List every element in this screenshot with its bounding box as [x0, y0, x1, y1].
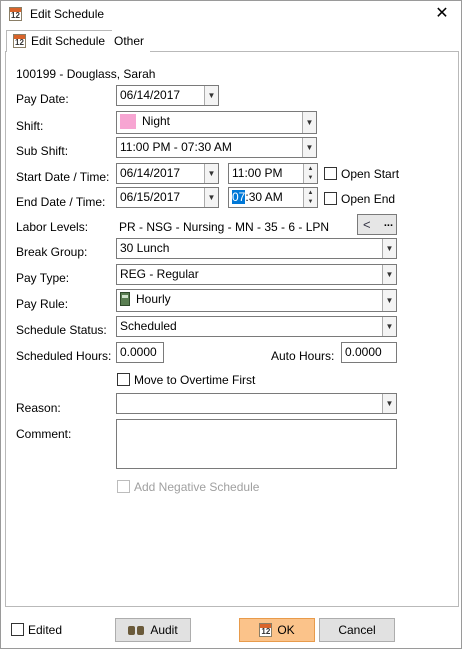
chevron-down-icon[interactable]: ▼ [204, 188, 218, 207]
open-end-checkbox[interactable] [324, 192, 337, 205]
title-bar: 12 Edit Schedule ✕ [1, 1, 461, 29]
edit-schedule-panel: 100199 - Douglass, Sarah Pay Date: 06/14… [5, 52, 459, 607]
spin-down-icon[interactable]: ▼ [303, 173, 317, 183]
pay-date-picker[interactable]: 06/14/2017 ▼ [116, 85, 219, 106]
edited-checkbox[interactable] [11, 623, 24, 636]
tab-strip: 12 Edit Schedule Other [5, 30, 459, 53]
labor-levels-value: PR - NSG - Nursing - MN - 35 - 6 - LPN [119, 220, 330, 234]
auto-hours-input[interactable]: 0.0000 [341, 342, 397, 363]
calculator-icon [120, 292, 130, 306]
open-start-checkbox[interactable] [324, 167, 337, 180]
ok-label: OK [277, 623, 295, 637]
pay-type-select[interactable]: REG - Regular ▼ [116, 264, 397, 285]
chevron-down-icon[interactable]: ▼ [382, 265, 396, 284]
comment-textarea[interactable] [116, 419, 397, 469]
sub-shift-select[interactable]: 11:00 PM - 07:30 AM ▼ [116, 137, 317, 158]
cancel-button[interactable]: Cancel [319, 618, 395, 642]
pay-rule-label: Pay Rule: [16, 297, 69, 311]
tab-other[interactable]: Other [108, 31, 151, 53]
end-time-selected: 07 [232, 190, 246, 204]
labor-levels-label: Labor Levels: [16, 220, 89, 234]
tab-edit-schedule[interactable]: 12 Edit Schedule [6, 30, 113, 53]
pay-type-label: Pay Type: [16, 271, 70, 285]
shift-select[interactable]: Night ▼ [116, 111, 317, 134]
share-icon: < [363, 217, 371, 232]
chevron-down-icon[interactable]: ▼ [204, 164, 218, 183]
end-time-spinner[interactable]: 07:30 AM ▲ ▼ [228, 187, 318, 208]
start-label: Start Date / Time: [16, 170, 110, 184]
shift-value: Night [142, 114, 171, 128]
schedule-status-select[interactable]: Scheduled ▼ [116, 316, 397, 337]
calendar-icon: 12 [13, 34, 26, 48]
comment-label: Comment: [16, 427, 72, 441]
open-start-label: Open Start [341, 167, 400, 181]
end-label: End Date / Time: [16, 195, 106, 209]
move-to-overtime-checkbox[interactable] [117, 373, 130, 386]
add-negative-schedule-label: Add Negative Schedule [134, 480, 260, 494]
start-time-spinner[interactable]: 11:00 PM ▲ ▼ [228, 163, 318, 184]
audit-label: Audit [150, 623, 178, 637]
tab-label: Other [114, 34, 145, 48]
pay-date-label: Pay Date: [16, 92, 69, 106]
pay-rule-select[interactable]: Hourly ▼ [116, 289, 397, 312]
break-group-label: Break Group: [16, 245, 88, 259]
calendar-icon: 12 [259, 623, 273, 637]
schedule-status-value: Scheduled [120, 319, 177, 333]
scheduled-hours-input[interactable]: 0.0000 [116, 342, 164, 363]
more-label: ... [383, 217, 393, 229]
start-date-picker[interactable]: 06/14/2017 ▼ [116, 163, 219, 184]
move-to-overtime-label: Move to Overtime First [134, 373, 256, 387]
auto-hours-label: Auto Hours: [271, 349, 335, 363]
chevron-down-icon[interactable]: ▼ [382, 394, 396, 413]
chevron-down-icon[interactable]: ▼ [382, 290, 396, 311]
reason-select[interactable]: ▼ [116, 393, 397, 414]
schedule-status-label: Schedule Status: [16, 323, 107, 337]
add-negative-schedule-checkbox[interactable] [117, 480, 130, 493]
end-time-rest: :30 AM [245, 190, 283, 204]
window-title: Edit Schedule [30, 7, 105, 21]
scheduled-hours-label: Scheduled Hours: [16, 349, 112, 363]
shift-color-swatch [120, 114, 136, 129]
chevron-down-icon[interactable]: ▼ [382, 239, 396, 258]
edited-label: Edited [28, 623, 63, 637]
break-group-select[interactable]: 30 Lunch ▼ [116, 238, 397, 259]
ok-button[interactable]: 12 OK [239, 618, 315, 642]
pay-date-value: 06/14/2017 [120, 88, 181, 102]
sub-shift-value: 11:00 PM - 07:30 AM [120, 140, 232, 154]
reason-label: Reason: [16, 401, 61, 415]
pay-type-value: REG - Regular [120, 267, 199, 281]
employee-label: 100199 - Douglass, Sarah [16, 67, 156, 81]
spin-down-icon[interactable]: ▼ [303, 197, 317, 207]
start-date-value: 06/14/2017 [120, 166, 181, 180]
tab-label: Edit Schedule [31, 34, 106, 48]
chevron-down-icon[interactable]: ▼ [302, 112, 316, 133]
binoculars-icon [128, 624, 145, 636]
chevron-down-icon[interactable]: ▼ [382, 317, 396, 336]
edit-schedule-window: 12 Edit Schedule ✕ 12 Edit Schedule Other… [0, 0, 462, 649]
break-group-value: 30 Lunch [120, 241, 170, 255]
chevron-down-icon[interactable]: ▼ [204, 86, 218, 105]
start-time-value: 11:00 PM [232, 166, 283, 180]
labor-levels-button[interactable]: < ... [357, 214, 397, 235]
cancel-label: Cancel [338, 623, 376, 637]
end-date-value: 06/15/2017 [120, 190, 181, 204]
close-icon[interactable]: ✕ [427, 3, 457, 27]
audit-button[interactable]: Audit [115, 618, 191, 642]
sub-shift-label: Sub Shift: [16, 144, 69, 158]
open-end-label: Open End [341, 192, 396, 206]
chevron-down-icon[interactable]: ▼ [302, 138, 316, 157]
calendar-icon: 12 [9, 7, 22, 21]
end-date-picker[interactable]: 06/15/2017 ▼ [116, 187, 219, 208]
pay-rule-value: Hourly [136, 292, 171, 306]
shift-label: Shift: [16, 119, 44, 133]
